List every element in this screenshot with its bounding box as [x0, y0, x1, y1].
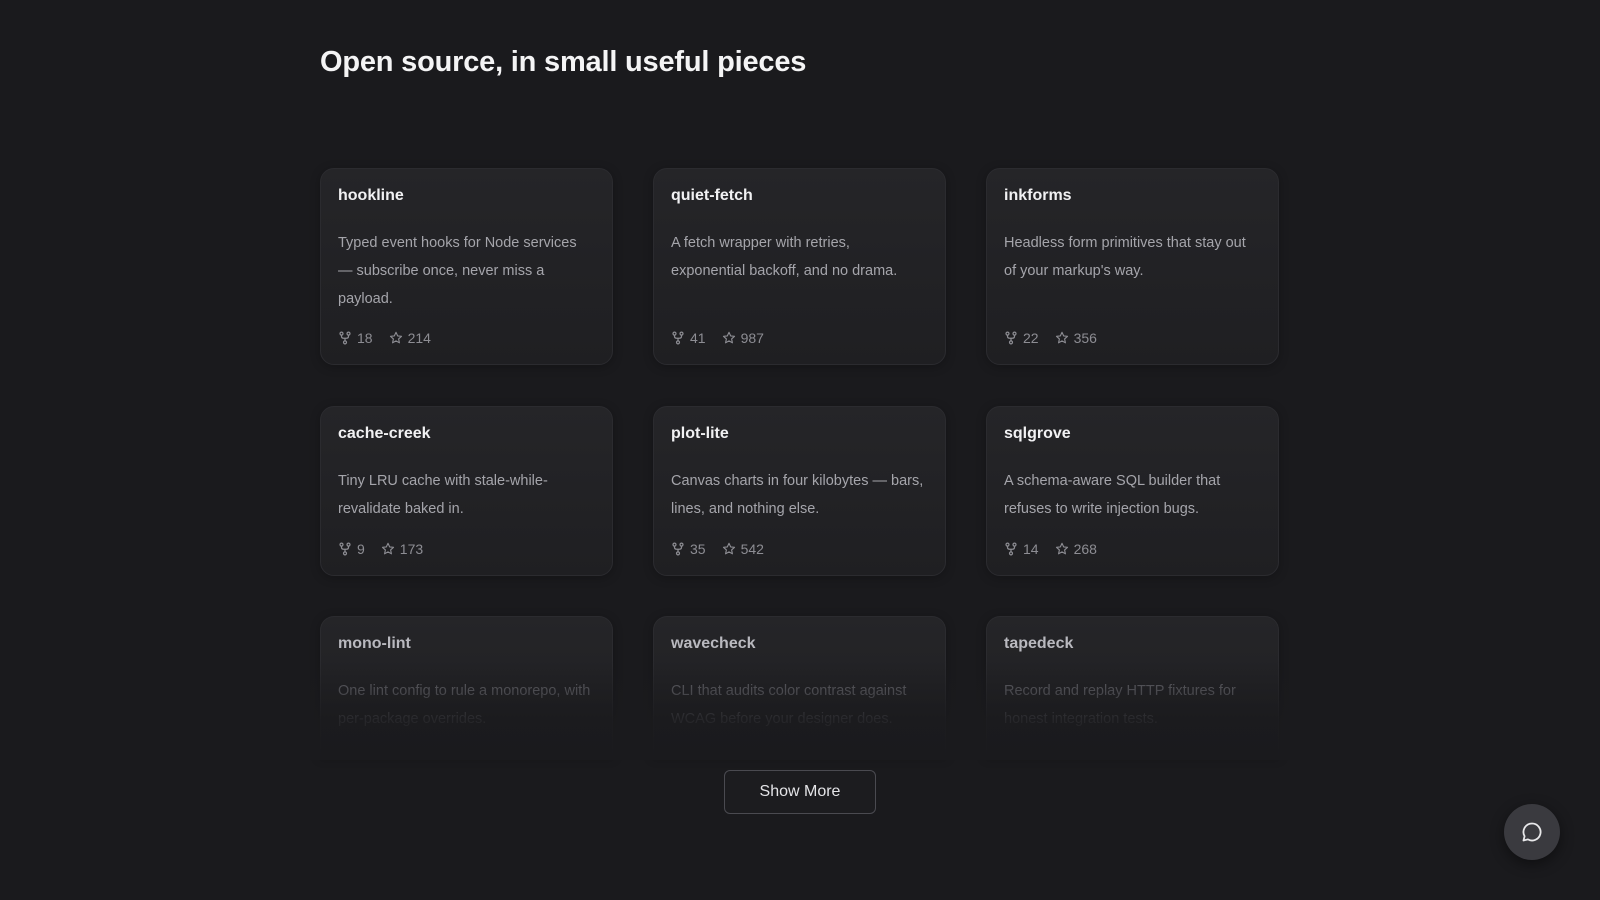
project-name: quiet-fetch: [671, 187, 753, 204]
star-count: 356: [1055, 330, 1097, 346]
fork-icon: [1005, 331, 1017, 345]
project-name: plot-lite: [671, 425, 729, 442]
project-name: cache-creek: [338, 425, 431, 442]
fork-icon: [1005, 542, 1017, 556]
project-description: Canvas charts in four kilobytes — bars, …: [671, 473, 924, 517]
star-count: 542: [722, 541, 764, 557]
project-name: tapedeck: [1004, 635, 1074, 652]
project-card[interactable]: inkforms Headless form primitives that s…: [986, 168, 1279, 365]
project-stats: 41 987: [671, 330, 764, 346]
project-description: A schema-aware SQL builder that refuses …: [1004, 473, 1221, 517]
project-grid-row-2: cache-creek Tiny LRU cache with stale-wh…: [320, 406, 1280, 576]
project-stats: 9 173: [338, 541, 423, 557]
chat-button[interactable]: [1504, 804, 1560, 860]
project-card[interactable]: wavecheck CLI that audits color contrast…: [653, 616, 946, 756]
fork-count: 41: [671, 330, 706, 346]
project-name: mono-lint: [338, 635, 411, 652]
project-stats: 35 542: [671, 541, 764, 557]
project-card[interactable]: cache-creek Tiny LRU cache with stale-wh…: [320, 406, 613, 576]
page-title: Open source, in small useful pieces: [320, 46, 807, 78]
project-description: Record and replay HTTP fixtures for hone…: [1004, 683, 1236, 727]
project-card[interactable]: tapedeck Record and replay HTTP fixtures…: [986, 616, 1279, 756]
project-description: One lint config to rule a monorepo, with…: [338, 683, 591, 727]
star-icon: [1055, 331, 1068, 344]
project-card[interactable]: hookline Typed event hooks for Node serv…: [320, 168, 613, 365]
project-grid-row-3-preview: mono-lint One lint config to rule a mono…: [320, 616, 1280, 756]
star-count: 173: [381, 541, 423, 557]
project-name: hookline: [338, 187, 404, 204]
project-name: sqlgrove: [1004, 425, 1071, 442]
project-description: CLI that audits color contrast against W…: [671, 683, 907, 727]
star-count: 987: [722, 330, 764, 346]
fork-icon: [672, 542, 684, 556]
fork-icon: [339, 331, 351, 345]
project-description: A fetch wrapper with retries, exponentia…: [671, 235, 898, 279]
star-count: 214: [389, 330, 431, 346]
star-icon: [722, 331, 735, 344]
show-more-button[interactable]: Show More: [724, 770, 876, 814]
project-card[interactable]: quiet-fetch A fetch wrapper with retries…: [653, 168, 946, 365]
project-description: Headless form primitives that stay out o…: [1004, 235, 1246, 279]
project-stats: 22 356: [1004, 330, 1097, 346]
project-card[interactable]: plot-lite Canvas charts in four kilobyte…: [653, 406, 946, 576]
project-name: inkforms: [1004, 187, 1072, 204]
fork-count: 22: [1004, 330, 1039, 346]
star-icon: [381, 542, 394, 555]
fork-count: 18: [338, 330, 373, 346]
project-card[interactable]: mono-lint One lint config to rule a mono…: [320, 616, 613, 756]
fork-icon: [339, 542, 351, 556]
project-grid-row-1: hookline Typed event hooks for Node serv…: [320, 168, 1280, 365]
project-stats: 18 214: [338, 330, 431, 346]
fork-count: 35: [671, 541, 706, 557]
project-description: Typed event hooks for Node services — su…: [338, 235, 577, 307]
project-description: Tiny LRU cache with stale-while-revalida…: [338, 473, 548, 517]
fork-count: 9: [338, 541, 365, 557]
fork-icon: [672, 331, 684, 345]
project-card[interactable]: sqlgrove A schema-aware SQL builder that…: [986, 406, 1279, 576]
star-count: 268: [1055, 541, 1097, 557]
star-icon: [722, 542, 735, 555]
project-name: wavecheck: [671, 635, 756, 652]
chat-bubble-icon: [1522, 822, 1542, 842]
project-stats: 14 268: [1004, 541, 1097, 557]
projects-page: Open source, in small useful pieces hook…: [0, 0, 1600, 900]
fork-count: 14: [1004, 541, 1039, 557]
star-icon: [1055, 542, 1068, 555]
star-icon: [389, 331, 402, 344]
